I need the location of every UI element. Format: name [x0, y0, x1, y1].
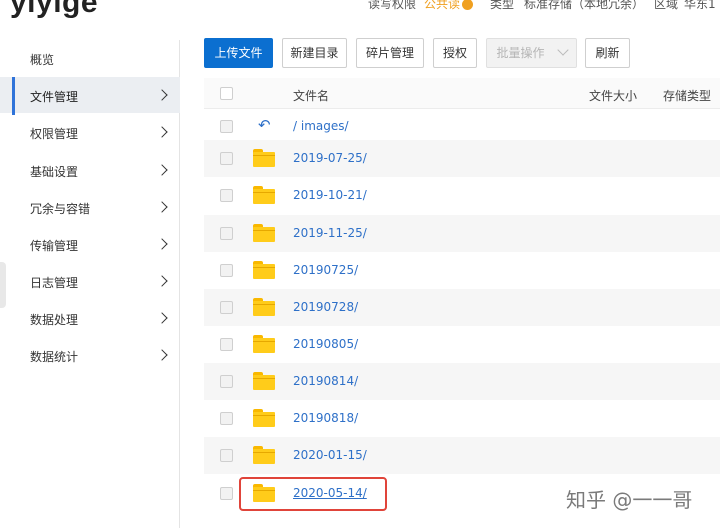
- row-checkbox[interactable]: [220, 487, 233, 500]
- table-row[interactable]: 2020-01-15/: [204, 437, 720, 474]
- chevron-right-icon: [156, 89, 168, 101]
- sidebar-item-redundancy[interactable]: 冗余与容错: [0, 189, 180, 225]
- upload-file-button[interactable]: 上传文件: [204, 38, 273, 68]
- folder-name-link[interactable]: 20190818/: [293, 411, 358, 425]
- sidebar-item-label: 冗余与容错: [30, 202, 91, 216]
- chevron-right-icon: [156, 164, 168, 176]
- storage-type-value: 标准存储（本地冗余）: [524, 0, 645, 11]
- folder-icon: [253, 224, 275, 242]
- read-write-permission-value: 公共读: [424, 0, 474, 12]
- watermark: 知乎 @一一哥: [566, 488, 693, 512]
- sidebar-item-permission-management[interactable]: 权限管理: [0, 114, 180, 150]
- chevron-right-icon: [156, 238, 168, 250]
- sidebar-item-label: 权限管理: [30, 127, 79, 141]
- sidebar-item-file-management[interactable]: 文件管理: [0, 77, 180, 115]
- chevron-down-icon: [556, 44, 569, 56]
- sidebar: 概览 文件管理 权限管理 基础设置 冗余与容错 传输管理 日志管理 数据处理 数…: [0, 40, 180, 528]
- folder-icon: [253, 335, 275, 353]
- table-row[interactable]: 2019-10-21/: [204, 177, 720, 214]
- folder-name-link[interactable]: 2019-10-21/: [293, 188, 367, 202]
- row-checkbox[interactable]: [220, 375, 233, 388]
- folder-name-link[interactable]: 20190725/: [293, 263, 358, 277]
- authorize-button[interactable]: 授权: [433, 38, 477, 68]
- column-header-name[interactable]: 文件名: [293, 87, 329, 104]
- sidebar-item-label: 数据处理: [30, 313, 79, 327]
- table-row[interactable]: 20190805/: [204, 326, 720, 363]
- folder-icon: [253, 186, 275, 204]
- sidebar-item-label: 数据统计: [30, 350, 79, 364]
- folder-name-link[interactable]: 2019-07-25/: [293, 151, 367, 165]
- back-arrow-icon[interactable]: ↶: [258, 116, 271, 134]
- select-all-checkbox[interactable]: [220, 87, 233, 100]
- fragment-management-button[interactable]: 碎片管理: [356, 38, 424, 68]
- folder-name-link[interactable]: 2020-01-15/: [293, 448, 367, 462]
- folder-name-link[interactable]: 20190814/: [293, 374, 358, 388]
- table-row[interactable]: 20190814/: [204, 363, 720, 400]
- table-row[interactable]: 20190818/: [204, 400, 720, 437]
- sidebar-item-label: 基础设置: [30, 165, 79, 179]
- table-row[interactable]: 2019-11-25/: [204, 215, 720, 252]
- top-bar: yiyige 读写权限 公共读 类型 标准存储（本地冗余） 区域 华东1: [0, 0, 720, 22]
- folder-name-link[interactable]: 20190728/: [293, 300, 358, 314]
- chevron-right-icon: [156, 201, 168, 213]
- sidebar-item-label: 文件管理: [30, 90, 79, 104]
- current-path[interactable]: / images/: [293, 119, 349, 133]
- batch-operation-dropdown[interactable]: 批量操作: [486, 38, 577, 68]
- row-checkbox[interactable]: [220, 227, 233, 240]
- column-header-storage-type[interactable]: 存储类型: [663, 87, 711, 104]
- row-checkbox[interactable]: [220, 189, 233, 202]
- row-checkbox[interactable]: [220, 338, 233, 351]
- storage-type-label: 类型: [490, 0, 515, 11]
- sidebar-item-label: 日志管理: [30, 276, 79, 290]
- table-row[interactable]: 20190725/: [204, 252, 720, 289]
- read-write-permission-label: 读写权限: [368, 0, 417, 11]
- region-value: 华东1: [684, 0, 716, 11]
- folder-name-link[interactable]: 20190805/: [293, 337, 358, 351]
- chevron-right-icon: [156, 349, 168, 361]
- folder-icon: [253, 149, 275, 167]
- region-label: 区域: [654, 0, 679, 11]
- chevron-right-icon: [156, 275, 168, 287]
- row-checkbox[interactable]: [220, 120, 233, 133]
- sidebar-item-transfer-management[interactable]: 传输管理: [0, 226, 180, 262]
- highlight-annotation-box: [239, 477, 387, 511]
- row-checkbox[interactable]: [220, 301, 233, 314]
- row-checkbox[interactable]: [220, 449, 233, 462]
- row-checkbox[interactable]: [220, 412, 233, 425]
- sidebar-item-data-statistics[interactable]: 数据统计: [0, 337, 180, 373]
- table-row[interactable]: 2019-07-25/: [204, 140, 720, 177]
- sidebar-item-label: 传输管理: [30, 239, 79, 253]
- folder-name-link[interactable]: 2019-11-25/: [293, 226, 367, 240]
- row-checkbox[interactable]: [220, 264, 233, 277]
- folder-icon: [253, 298, 275, 316]
- column-header-size[interactable]: 文件大小: [589, 87, 637, 104]
- batch-operation-label: 批量操作: [496, 46, 545, 60]
- refresh-button[interactable]: 刷新: [585, 38, 630, 68]
- sidebar-item-overview[interactable]: 概览: [0, 40, 180, 76]
- info-icon[interactable]: [462, 0, 474, 10]
- sidebar-collapse-handle[interactable]: [0, 262, 6, 308]
- sidebar-item-data-processing[interactable]: 数据处理: [0, 300, 180, 336]
- sidebar-item-basic-settings[interactable]: 基础设置: [0, 152, 180, 188]
- chevron-right-icon: [156, 126, 168, 138]
- file-table-header: 文件名 文件大小 存储类型: [204, 78, 720, 109]
- row-checkbox[interactable]: [220, 152, 233, 165]
- sidebar-item-log-management[interactable]: 日志管理: [0, 263, 180, 299]
- chevron-right-icon: [156, 312, 168, 324]
- folder-icon: [253, 372, 275, 390]
- new-directory-button[interactable]: 新建目录: [282, 38, 347, 68]
- folder-icon: [253, 409, 275, 427]
- folder-icon: [253, 261, 275, 279]
- bucket-name: yiyige: [10, 0, 99, 19]
- folder-icon: [253, 446, 275, 464]
- sidebar-item-label: 概览: [30, 53, 55, 67]
- table-row[interactable]: 20190728/: [204, 289, 720, 326]
